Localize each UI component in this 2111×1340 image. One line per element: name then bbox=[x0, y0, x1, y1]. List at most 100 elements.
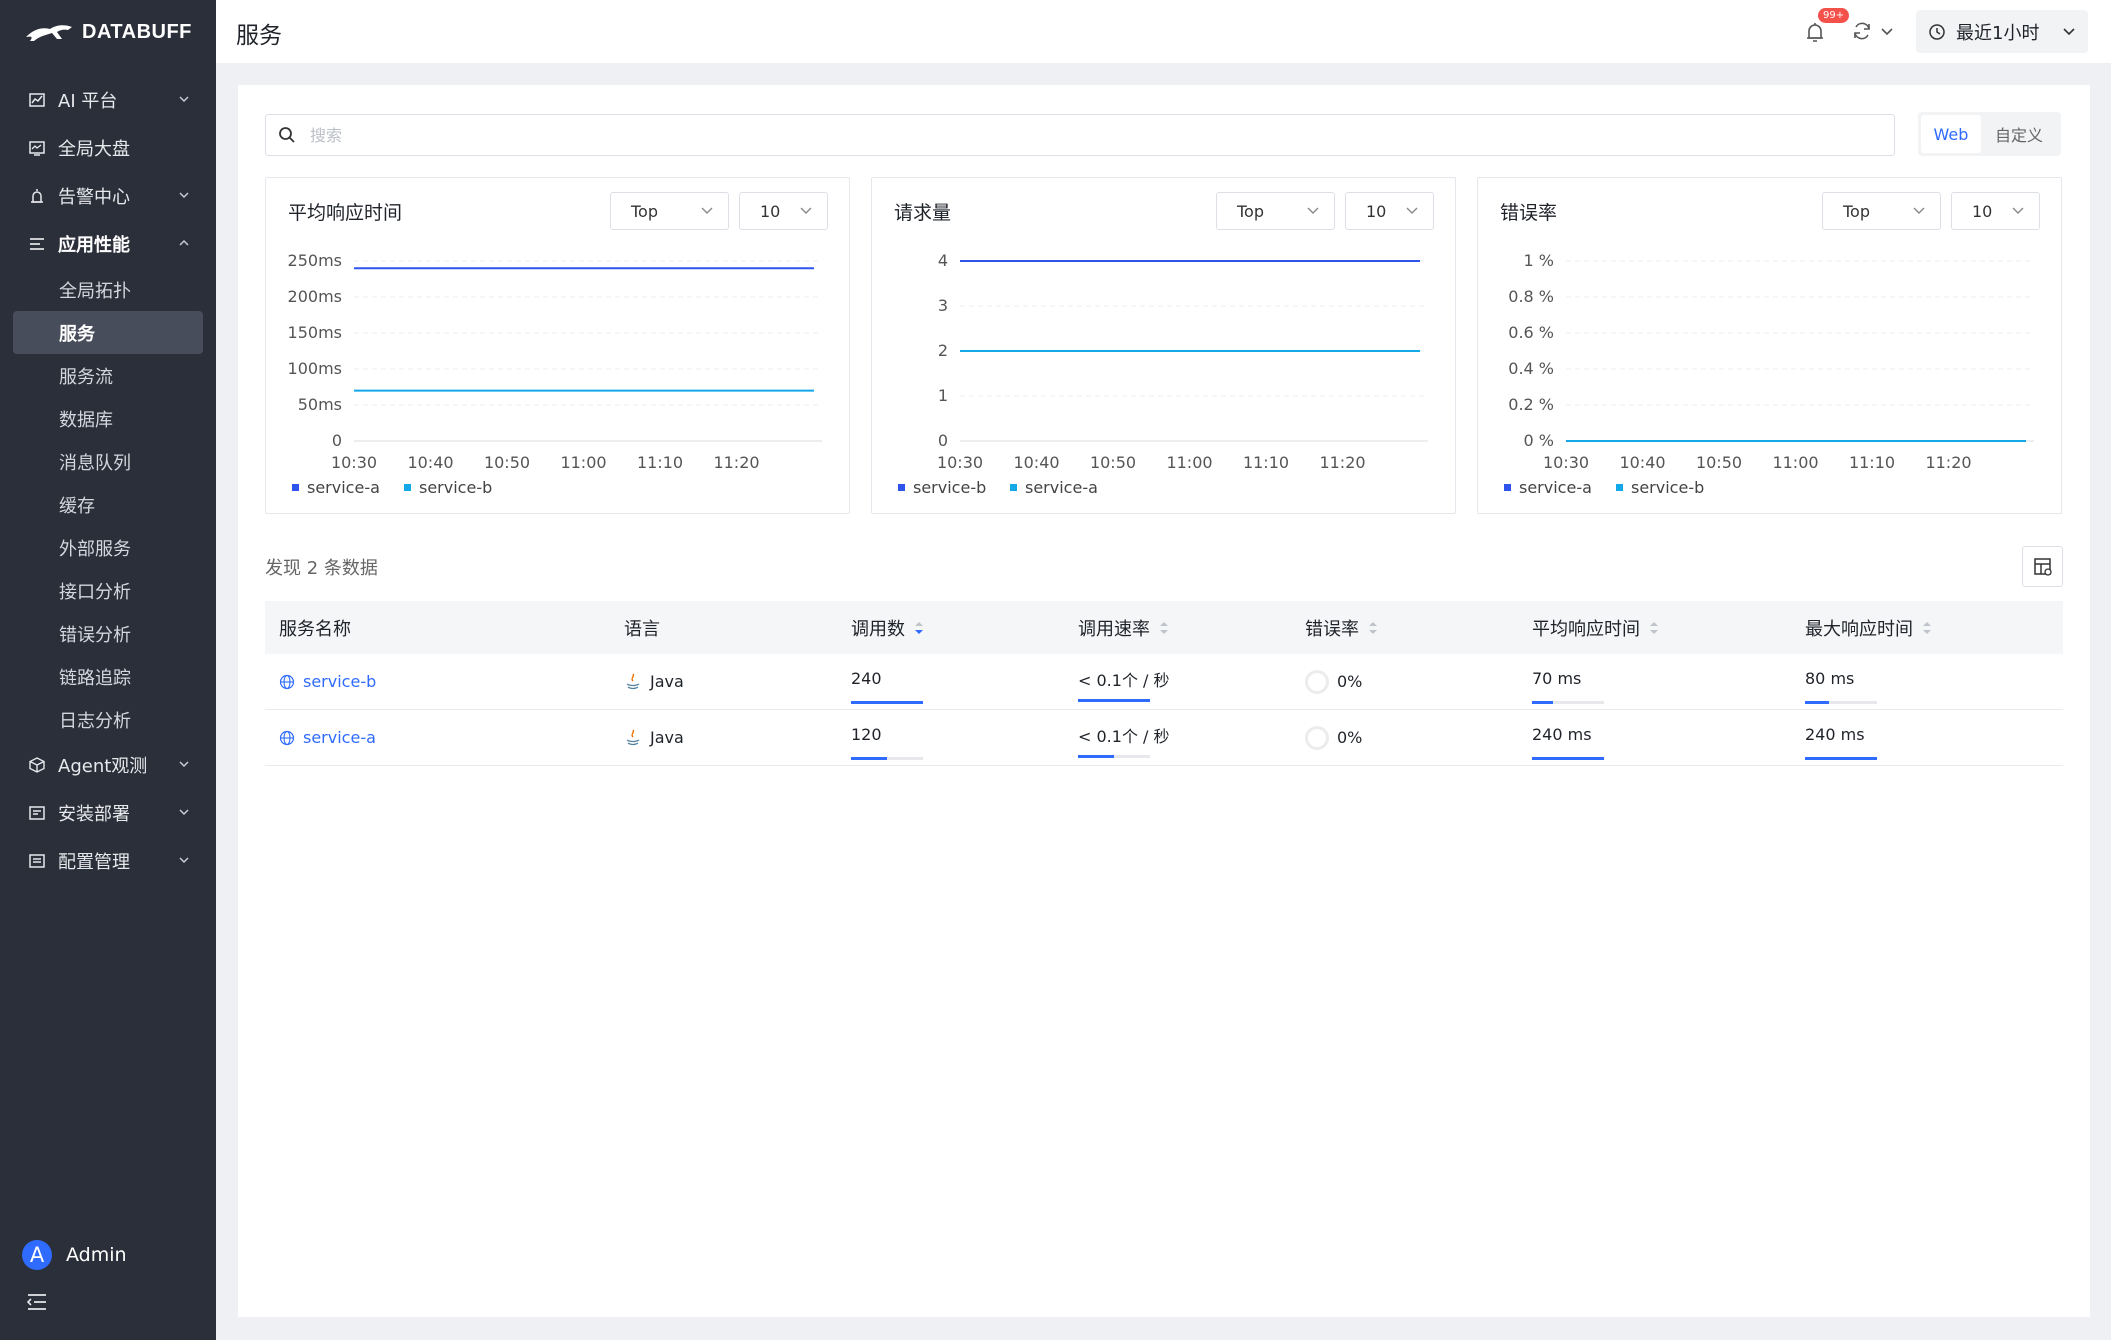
col-header-max-response[interactable]: 最大响应时间 bbox=[1791, 601, 2063, 654]
y-tick-label: 4 bbox=[938, 251, 948, 270]
table-row[interactable]: service-a Java 120 < 0.1个 / 秒 0% 240 ms … bbox=[265, 710, 2063, 766]
x-tick-label: 10:30 bbox=[331, 453, 377, 472]
legend-label[interactable]: service-a bbox=[1519, 478, 1592, 497]
count-select[interactable]: 10 bbox=[1345, 192, 1434, 230]
chart-line-icon bbox=[28, 91, 46, 109]
user-profile[interactable]: A Admin bbox=[22, 1240, 127, 1270]
top-select[interactable]: Top bbox=[610, 192, 729, 230]
legend-label[interactable]: service-b bbox=[913, 478, 986, 497]
sidebar-item-ai-platform[interactable]: AI 平台 bbox=[0, 76, 216, 124]
legend-swatch bbox=[1616, 484, 1623, 491]
sidebar-item-config-management[interactable]: 配置管理 bbox=[0, 837, 216, 885]
sort-icon[interactable] bbox=[1367, 619, 1379, 637]
error-ring bbox=[1305, 725, 1329, 750]
column-label: 服务名称 bbox=[279, 618, 351, 640]
col-header-calls[interactable]: 调用数 bbox=[837, 601, 1064, 654]
sidebar-subitem-global-topology[interactable]: 全局拓扑 bbox=[0, 268, 216, 311]
bell-icon[interactable] bbox=[1804, 20, 1826, 44]
column-settings-button[interactable] bbox=[2022, 546, 2063, 587]
clock-icon bbox=[1929, 23, 1945, 40]
sidebar-item-label: 全局大盘 bbox=[58, 139, 130, 160]
view-toggle-custom[interactable]: 自定义 bbox=[1981, 115, 2057, 153]
legend-label[interactable]: service-a bbox=[1025, 478, 1098, 497]
search-input[interactable] bbox=[310, 125, 1894, 145]
config-icon bbox=[28, 852, 46, 870]
sidebar-subitem-error-analysis[interactable]: 错误分析 bbox=[0, 612, 216, 655]
legend-swatch bbox=[1504, 484, 1511, 491]
collapse-sidebar-icon[interactable] bbox=[26, 1292, 48, 1312]
rate-bar bbox=[1078, 754, 1150, 758]
globe-icon bbox=[279, 674, 295, 689]
service-name: service-a bbox=[303, 728, 376, 747]
x-tick-label: 11:00 bbox=[1166, 453, 1212, 472]
sort-icon[interactable] bbox=[1158, 619, 1170, 637]
top-select[interactable]: Top bbox=[1822, 192, 1941, 230]
legend-label[interactable]: service-b bbox=[1631, 478, 1704, 497]
x-tick-label: 10:30 bbox=[1543, 453, 1589, 472]
legend-swatch bbox=[404, 484, 411, 491]
sidebar-subitem-database[interactable]: 数据库 bbox=[0, 397, 216, 440]
legend-label[interactable]: service-a bbox=[307, 478, 380, 497]
table-row[interactable]: service-b Java 240 < 0.1个 / 秒 0% 70 ms 8… bbox=[265, 654, 2063, 710]
service-link[interactable]: service-b bbox=[279, 672, 376, 691]
legend-swatch bbox=[1010, 484, 1017, 491]
x-tick-label: 10:50 bbox=[1090, 453, 1136, 472]
max-bar bbox=[1805, 701, 1877, 704]
sort-icon[interactable] bbox=[1648, 619, 1660, 637]
sidebar-item-label: 安装部署 bbox=[58, 804, 130, 825]
refresh-icon[interactable] bbox=[1851, 20, 1873, 42]
max-value: 80 ms bbox=[1805, 669, 1855, 688]
sidebar-subitem-service-flow[interactable]: 服务流 bbox=[0, 354, 216, 397]
y-tick-label: 1 % bbox=[1524, 251, 1554, 270]
chart-card-avg-response: 平均响应时间 Top 10 0 50ms 100ms 150ms 200ms 250ms 1… bbox=[265, 177, 850, 514]
column-label: 调用速率 bbox=[1078, 618, 1150, 640]
y-tick-label: 0.4 % bbox=[1508, 359, 1554, 378]
column-label: 最大响应时间 bbox=[1805, 618, 1913, 640]
count-select[interactable]: 10 bbox=[739, 192, 828, 230]
sidebar-item-app-performance[interactable]: 应用性能 bbox=[0, 220, 216, 268]
sidebar-subitem-trace[interactable]: 链路追踪 bbox=[0, 655, 216, 698]
calls-bar bbox=[851, 701, 923, 704]
y-tick-label: 0 bbox=[938, 431, 948, 450]
sort-desc-icon[interactable] bbox=[913, 619, 925, 637]
view-toggle-web[interactable]: Web bbox=[1921, 115, 1981, 153]
sidebar-item-global-dashboard[interactable]: 全局大盘 bbox=[0, 124, 216, 172]
sidebar-subitem-services[interactable]: 服务 bbox=[13, 311, 203, 354]
sidebar-subitem-cache[interactable]: 缓存 bbox=[0, 483, 216, 526]
sidebar-nav: AI 平台 全局大盘 告警中心 应用性能 全局拓扑 服务 服务流 数据库 消息队… bbox=[0, 76, 216, 885]
sidebar-subitem-api-analysis[interactable]: 接口分析 bbox=[0, 569, 216, 612]
x-tick-label: 10:40 bbox=[407, 453, 453, 472]
search-box[interactable] bbox=[265, 114, 1895, 156]
y-tick-label: 100ms bbox=[288, 359, 342, 378]
sidebar-item-label: 配置管理 bbox=[58, 852, 130, 873]
sidebar-item-agent-observe[interactable]: Agent观测 bbox=[0, 741, 216, 789]
sidebar-item-alarm-center[interactable]: 告警中心 bbox=[0, 172, 216, 220]
col-header-avg-response[interactable]: 平均响应时间 bbox=[1518, 601, 1791, 654]
calls-value: 240 bbox=[851, 669, 882, 688]
col-header-call-rate[interactable]: 调用速率 bbox=[1064, 601, 1291, 654]
page-title: 服务 bbox=[236, 23, 282, 49]
col-header-language[interactable]: 语言 bbox=[610, 601, 837, 654]
time-range-picker[interactable]: 最近1小时 bbox=[1916, 10, 2088, 53]
legend-label[interactable]: service-b bbox=[419, 478, 492, 497]
calls-bar-fill bbox=[851, 701, 923, 704]
top-select[interactable]: Top bbox=[1216, 192, 1335, 230]
sidebar-subitem-log-analysis[interactable]: 日志分析 bbox=[0, 698, 216, 741]
globe-icon bbox=[279, 730, 295, 745]
service-link[interactable]: service-a bbox=[279, 728, 376, 747]
col-header-service-name[interactable]: 服务名称 bbox=[265, 601, 610, 654]
language-label: Java bbox=[650, 728, 684, 747]
sidebar-subitem-external-services[interactable]: 外部服务 bbox=[0, 526, 216, 569]
chevron-up-icon bbox=[179, 239, 189, 246]
logo[interactable]: DATABUFF bbox=[24, 16, 192, 48]
sidebar-item-install-deploy[interactable]: 安装部署 bbox=[0, 789, 216, 837]
legend-swatch bbox=[898, 484, 905, 491]
sort-icon[interactable] bbox=[1921, 619, 1933, 637]
cube-icon bbox=[28, 756, 46, 774]
col-header-error-rate[interactable]: 错误率 bbox=[1291, 601, 1518, 654]
count-select[interactable]: 10 bbox=[1951, 192, 2040, 230]
chevron-down-icon[interactable] bbox=[1880, 26, 1894, 38]
sidebar-subitem-message-queue[interactable]: 消息队列 bbox=[0, 440, 216, 483]
calls-bar bbox=[851, 757, 923, 760]
result-count: 发现 2 条数据 bbox=[265, 558, 378, 579]
